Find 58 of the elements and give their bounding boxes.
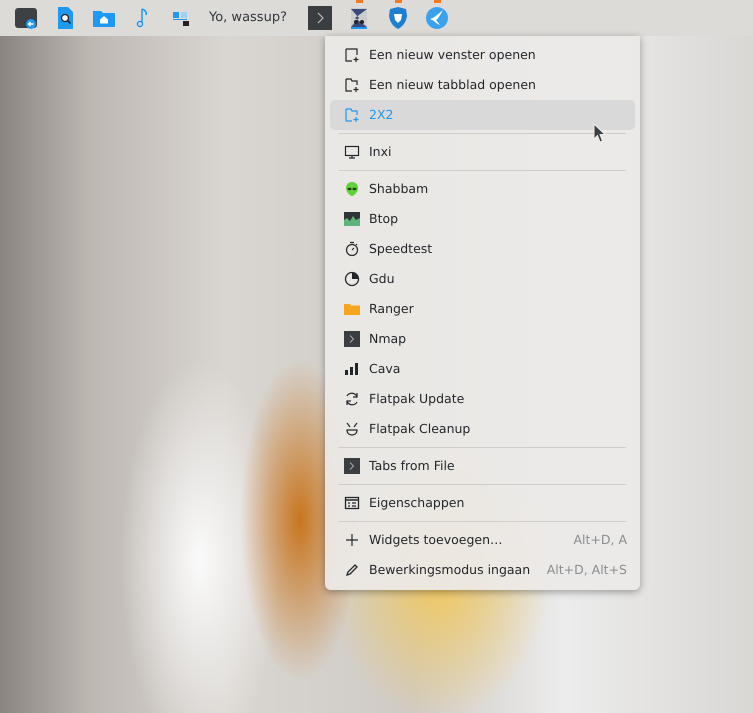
stopwatch-icon [344, 241, 360, 257]
refresh-icon [344, 391, 360, 407]
menu-item[interactable]: Inxi [330, 137, 635, 167]
menu-item-label: Flatpak Update [369, 390, 466, 408]
properties-icon [344, 495, 360, 511]
menu-item[interactable]: Flatpak Update [330, 384, 635, 414]
new-window-icon [344, 47, 360, 63]
menu-item[interactable]: Cava [330, 354, 635, 384]
menu-item-label: Tabs from File [369, 456, 456, 475]
menu-item[interactable]: Gdu [330, 264, 635, 294]
alien-head-icon [344, 181, 360, 197]
folder-icon [344, 301, 360, 317]
menu-item[interactable]: Een nieuw tabblad openen [330, 70, 635, 100]
running-indicator [394, 0, 402, 3]
menu-item[interactable]: Nmap [330, 324, 635, 354]
menu-item-label: Ranger [369, 300, 415, 318]
menu-item-label: Een nieuw tabblad openen [369, 76, 537, 94]
menu-item[interactable]: Flatpak Cleanup [330, 414, 635, 444]
new-tab-icon [344, 77, 360, 93]
terminal-icon [344, 331, 360, 347]
menu-item[interactable]: Shabbam [330, 174, 635, 204]
mouse-pointer-icon [593, 123, 606, 144]
running-indicator [356, 0, 363, 3]
pencil-icon [344, 562, 360, 578]
running-indicator [434, 0, 441, 3]
chart-icon [344, 211, 360, 227]
menu-item-label: Widgets toevoegen… [369, 530, 504, 549]
menu-item-label: 2X2 [369, 106, 394, 124]
menu-item-label: Gdu [369, 270, 396, 288]
menu-item-label: Speedtest [369, 240, 434, 258]
plus-icon [344, 532, 360, 548]
menu-item-label: Inxi [369, 142, 392, 161]
menu-item-label: Flatpak Cleanup [369, 420, 472, 438]
shortcut-text: Alt+D, Alt+S [546, 560, 627, 579]
terminal-icon [308, 6, 332, 30]
menu-item[interactable]: Tabs from File [330, 451, 635, 481]
menu-item-label: Cava [369, 360, 402, 378]
menu-item-label: Shabbam [369, 180, 430, 198]
menu-item[interactable]: Bewerkingsmodus ingaan Alt+D, Alt+S [330, 555, 635, 585]
menu-item-label: Nmap [369, 330, 408, 348]
menu-item[interactable]: Eigenschappen [330, 488, 635, 518]
new-tab-icon [344, 107, 360, 123]
terminal-icon [344, 458, 360, 474]
menu-item[interactable]: Speedtest [330, 234, 635, 264]
monitor-icon [344, 144, 360, 160]
shortcut-text: Alt+D, A [573, 530, 627, 549]
pie-chart-icon [344, 271, 360, 287]
menu-item-label: Eigenschappen [369, 494, 466, 512]
menu-item-label: Een nieuw venster openen [369, 46, 537, 64]
window-thumbnail-icon [14, 6, 38, 30]
menu-item[interactable]: Btop [330, 204, 635, 234]
menu-item-label: Bewerkingsmodus ingaan [369, 560, 532, 579]
bar-chart-icon [344, 361, 360, 377]
menu-item[interactable]: Widgets toevoegen… Alt+D, A [330, 525, 635, 555]
panel-label: Yo, wassup? [208, 9, 288, 28]
menu-item-label: Btop [369, 210, 400, 228]
menu-item[interactable]: Een nieuw venster openen [330, 40, 635, 70]
menu-item[interactable]: Ranger [330, 294, 635, 324]
